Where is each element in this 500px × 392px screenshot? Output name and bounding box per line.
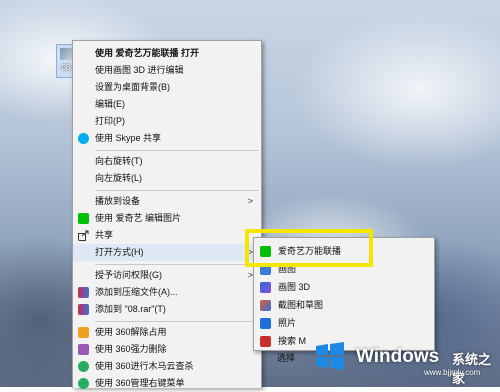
- menu-item-label: 使用 爱奇艺 编辑图片: [95, 213, 182, 223]
- menu-item-label: 使用 360解除占用: [95, 327, 167, 337]
- menu-item-label: 打印(P): [95, 116, 125, 126]
- watermark: Windows 系统之家 www.bjjmlv.com: [300, 332, 500, 386]
- menu-item-360-unlock[interactable]: 使用 360解除占用: [73, 324, 261, 341]
- menu-item-print[interactable]: 打印(P): [73, 113, 261, 130]
- menu-item-iqiyi-edit[interactable]: 使用 爱奇艺 编辑图片: [73, 210, 261, 227]
- menu-separator: [95, 321, 259, 322]
- submenu-item-label: 照片: [278, 318, 297, 328]
- skype-icon: [78, 133, 89, 144]
- menu-item-skype-share[interactable]: 使用 Skype 共享: [73, 130, 261, 147]
- context-menu: 使用 爱奇艺万能联播 打开 使用画图 3D 进行编辑 设置为桌面背景(B) 编辑…: [72, 40, 262, 389]
- menu-item-label: 播放到设备: [95, 196, 141, 206]
- snip-sketch-icon: [260, 300, 271, 311]
- menu-item-label: 添加到 "08.rar"(T): [95, 304, 166, 314]
- paint3d-icon: [260, 282, 271, 293]
- winrar-icon: [78, 304, 89, 315]
- menu-item-add-rar[interactable]: 添加到 "08.rar"(T): [73, 301, 261, 318]
- share-icon: [78, 230, 89, 241]
- menu-item-set-wallpaper[interactable]: 设置为桌面背景(B): [73, 79, 261, 96]
- menu-item-grant-access[interactable]: 授予访问权限(G) >: [73, 267, 261, 284]
- menu-item-label: 授予访问权限(G): [95, 270, 162, 280]
- highlight-annotation-box: [245, 229, 373, 267]
- winrar-icon: [78, 287, 89, 298]
- menu-item-label: 向右旋转(T): [95, 156, 143, 166]
- menu-item-label: 使用 Skype 共享: [95, 133, 162, 143]
- menu-item-360-scan[interactable]: 使用 360进行木马云查杀: [73, 358, 261, 375]
- menu-item-label: 共享: [95, 230, 114, 240]
- menu-item-share[interactable]: 共享: [73, 227, 261, 244]
- shield-icon: [78, 378, 89, 389]
- watermark-site-text: www.bjjmlv.com: [424, 368, 481, 377]
- menu-item-label: 编辑(E): [95, 99, 125, 109]
- submenu-item-photos[interactable]: 照片: [254, 314, 434, 332]
- menu-item-rotate-left[interactable]: 向左旋转(L): [73, 170, 261, 187]
- menu-item-label: 添加到压缩文件(A)...: [95, 287, 178, 297]
- chevron-right-icon: >: [247, 196, 253, 206]
- menu-item-label: 向左旋转(L): [95, 173, 142, 183]
- menu-separator: [95, 190, 259, 191]
- menu-item-360-delete[interactable]: 使用 360强力删除: [73, 341, 261, 358]
- menu-item-open-iqiyi-player[interactable]: 使用 爱奇艺万能联播 打开: [73, 45, 261, 62]
- menu-item-label: 打开方式(H): [95, 247, 144, 257]
- watermark-windows-text: Windows: [356, 346, 440, 367]
- submenu-item-label: 画图 3D: [278, 282, 311, 292]
- menu-item-360-manage[interactable]: 使用 360管理右键菜单: [73, 375, 261, 392]
- unlock-icon: [78, 327, 89, 338]
- menu-separator: [95, 264, 259, 265]
- menu-item-label: 使用 爱奇艺万能联播 打开: [95, 48, 200, 58]
- submenu-item-label: 截图和草图: [278, 300, 324, 310]
- submenu-item-paint3d[interactable]: 画图 3D: [254, 278, 434, 296]
- delete-icon: [78, 344, 89, 355]
- menu-item-edit-paint3d[interactable]: 使用画图 3D 进行编辑: [73, 62, 261, 79]
- photos-icon: [260, 318, 271, 329]
- menu-item-cast-to-device[interactable]: 播放到设备 >: [73, 193, 261, 210]
- menu-item-rotate-right[interactable]: 向右旋转(T): [73, 153, 261, 170]
- store-icon: [260, 336, 271, 347]
- iqiyi-icon: [78, 213, 89, 224]
- menu-item-label: 使用 360强力删除: [95, 344, 167, 354]
- menu-separator: [95, 150, 259, 151]
- submenu-item-snip-sketch[interactable]: 截图和草图: [254, 296, 434, 314]
- menu-item-label: 使用画图 3D 进行编辑: [95, 65, 184, 75]
- menu-item-open-with[interactable]: 打开方式(H) >: [73, 244, 261, 261]
- shield-icon: [78, 361, 89, 372]
- menu-item-label: 设置为桌面背景(B): [95, 82, 170, 92]
- menu-item-add-archive[interactable]: 添加到压缩文件(A)...: [73, 284, 261, 301]
- menu-item-label: 使用 360进行木马云查杀: [95, 361, 194, 371]
- windows-logo-icon: [316, 342, 344, 370]
- submenu-item-choose-app[interactable]: 选择: [277, 351, 295, 364]
- menu-item-edit[interactable]: 编辑(E): [73, 96, 261, 113]
